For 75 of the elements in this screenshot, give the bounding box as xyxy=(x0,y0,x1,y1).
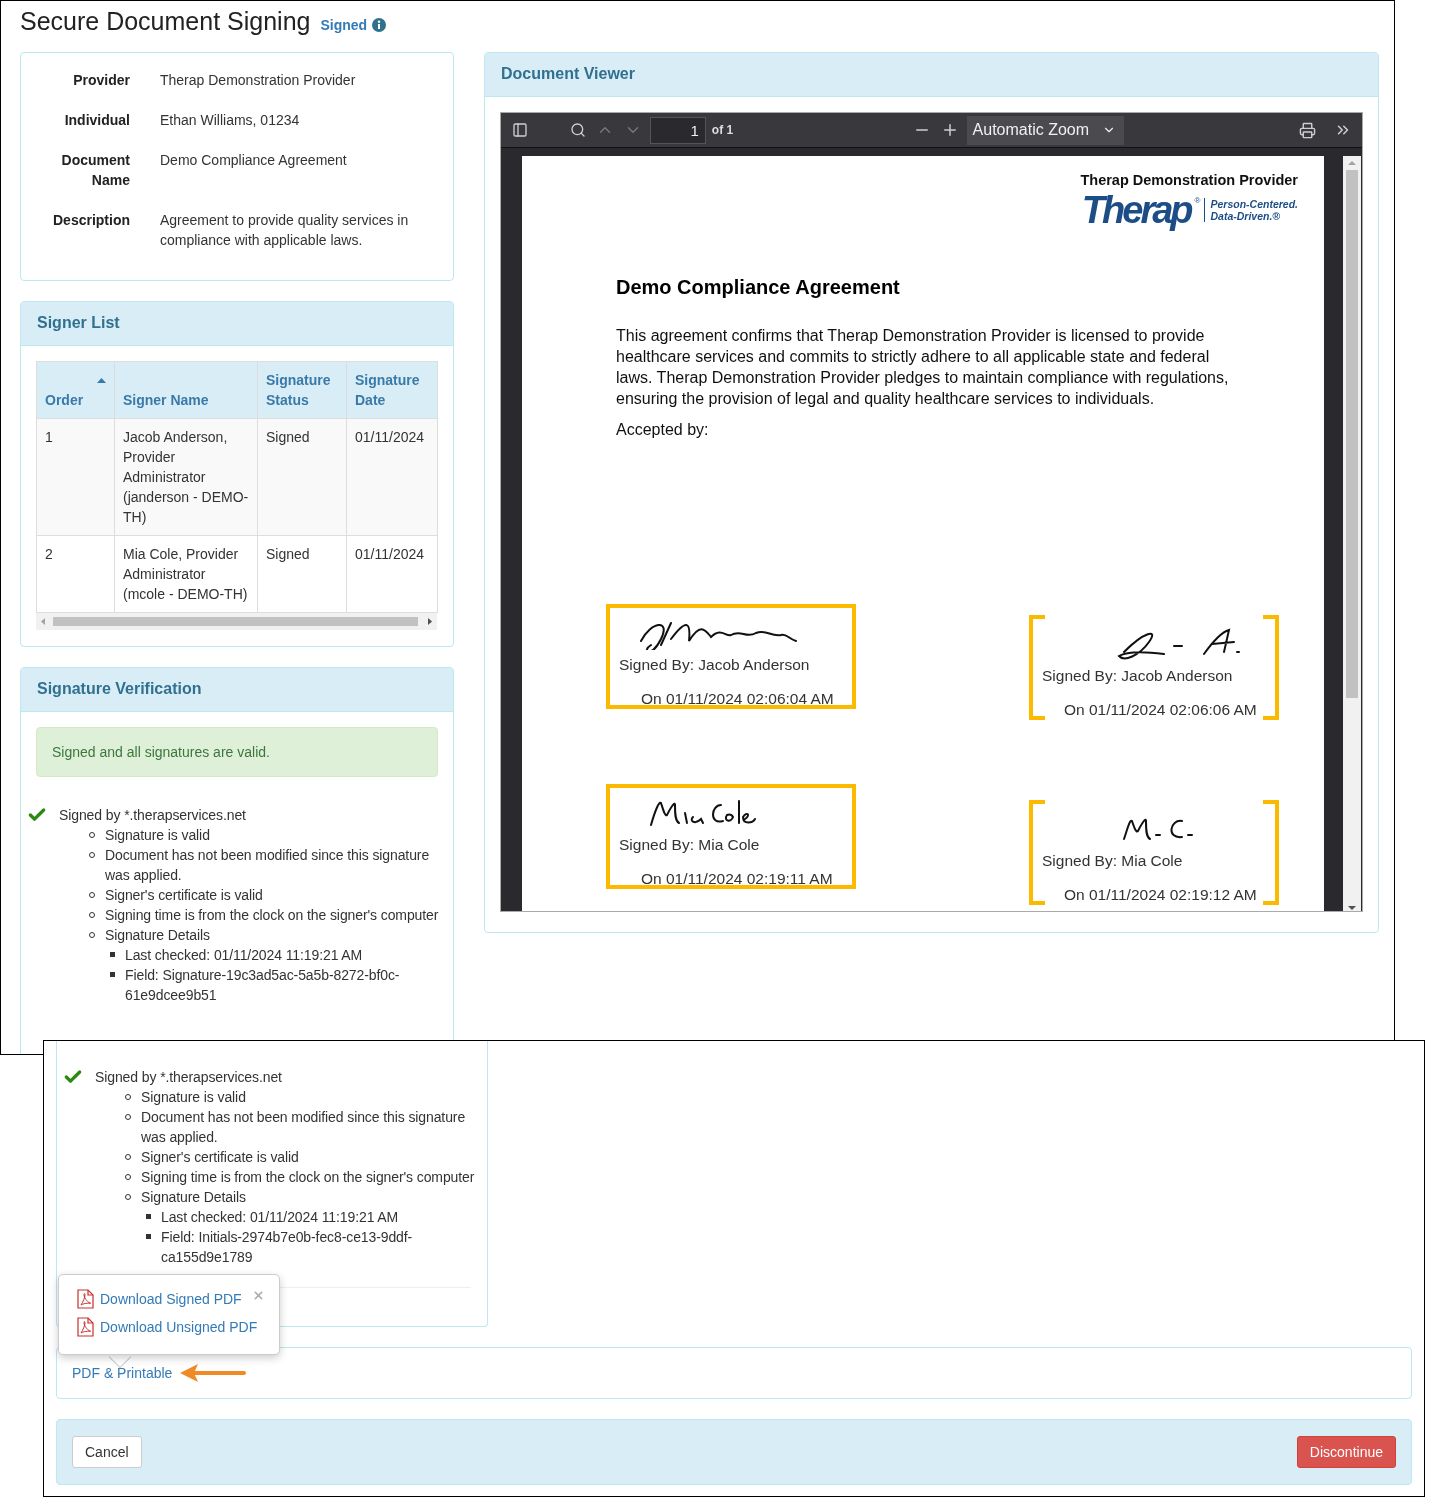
field-value: Demo Compliance Agreement xyxy=(160,151,348,170)
accepted-by-text: Accepted by: xyxy=(616,421,710,439)
signed-by-text: Signed By: Mia Cole xyxy=(1042,852,1184,870)
page-number-field[interactable]: 1 xyxy=(649,116,706,144)
info-icon xyxy=(372,18,387,32)
bullet-icon xyxy=(110,972,115,977)
field-label: Provider xyxy=(72,71,130,90)
list-item-text: Signing time is from the clock on the signer's computer xyxy=(141,1168,475,1187)
signed-by-text: Signed By: Jacob Anderson xyxy=(1042,667,1234,685)
signer-text: Signed by *.therapservices.net xyxy=(95,1068,282,1087)
table-cell: Mia Cole, Provider Administrator (mcole - DEMO-TH) xyxy=(114,535,258,613)
signed-by-text: Signed By: Jacob Anderson xyxy=(619,656,811,674)
provider-name: Therap Demonstration Provider xyxy=(1080,172,1298,188)
field-value: Agreement to provide quality services in compliance with applicable laws. xyxy=(160,211,410,250)
panel-title: Document Viewer xyxy=(485,53,1378,97)
bullet-icon xyxy=(146,1214,151,1219)
list-item-text: Last checked: 01/11/2024 11:19:21 AM xyxy=(125,946,363,965)
page-count-text: of 1 xyxy=(711,123,734,137)
cancel-button[interactable]: Cancel xyxy=(72,1436,142,1468)
table-cell: 1 xyxy=(36,418,115,536)
zoom-select[interactable]: Automatic Zoom xyxy=(966,115,1124,145)
field-label: Description xyxy=(52,211,130,230)
signed-date-text: On 01/11/2024 02:06:06 AM xyxy=(1064,701,1258,719)
field-label: Individual xyxy=(63,111,130,130)
panel-title: Signature Verification xyxy=(21,668,453,712)
table-cell: Jacob Anderson, Provider Administrator (janderson - DEMO-TH) xyxy=(114,418,258,536)
table-cell: Signed xyxy=(257,418,347,536)
list-item-text: Field: Initials-2974b7e0b-fec8-ce13-9ddf-ca155d9e1789 xyxy=(161,1228,414,1267)
list-item-text: Signature Details xyxy=(141,1188,246,1207)
scrollbar-drawing[interactable] xyxy=(36,613,437,630)
pdf-printable-link[interactable]: PDF & Printable xyxy=(72,1365,173,1381)
list-item-text: Signer's certificate is valid xyxy=(141,1148,299,1167)
status-badge[interactable]: Signed xyxy=(320,17,387,33)
logo-tagline: Person-Centered. Data-Driven.® xyxy=(1204,198,1298,222)
column-header[interactable]: Signature Date xyxy=(346,361,438,419)
pdf-file-icon xyxy=(77,1289,94,1309)
signed-date-text: On 01/11/2024 02:06:04 AM xyxy=(641,690,835,708)
logo-text: Therap xyxy=(1081,190,1191,230)
list-item-text: Signature is valid xyxy=(105,826,210,845)
signed-date-text: On 01/11/2024 02:19:11 AM xyxy=(641,870,834,888)
list-item-text: Last checked: 01/11/2024 11:19:21 AM xyxy=(161,1208,399,1227)
field-label: Document Name xyxy=(60,151,130,190)
bullet-icon xyxy=(146,1234,151,1239)
signed-date-text: On 01/11/2024 02:19:12 AM xyxy=(1064,886,1258,904)
page-title: Secure Document Signing xyxy=(20,7,311,36)
pointer-arrow xyxy=(180,1363,247,1383)
list-item-text: Signer's certificate is valid xyxy=(105,886,263,905)
panel-title: Signer List xyxy=(21,302,453,346)
column-header[interactable]: Signer Name xyxy=(114,361,258,419)
list-item-text: Field: Signature-19c3ad5ac-5a5b-8272-bf0c-61e9dcee9b51 xyxy=(125,966,401,1005)
download-link[interactable]: Download Signed PDF xyxy=(77,1289,279,1309)
document-heading: Demo Compliance Agreement xyxy=(616,276,901,299)
success-alert: Signed and all signatures are valid. xyxy=(36,727,438,777)
column-header[interactable]: Order xyxy=(36,361,115,419)
bullet-icon xyxy=(110,952,115,957)
table-cell: Signed xyxy=(257,535,347,613)
signed-by-text: Signed By: Mia Cole xyxy=(619,836,761,854)
list-item-text: Document has not been modified since this signature was applied. xyxy=(105,846,431,885)
logo-mark-text: ® xyxy=(1194,196,1201,205)
table-cell: 2 xyxy=(36,535,115,613)
document-paragraph: This agreement confirms that Therap Demonstration Provider is licensed to provide healthcare services and commits to strictly adhere to all applicable state and federal laws. Therap Demonstration Provider pledges to maintain compliance with regulations, ensuring the provision of legal and quality healthcare services to individuals. xyxy=(616,326,1230,409)
signer-text: Signed by *.therapservices.net xyxy=(59,806,246,825)
list-item-text: Signature is valid xyxy=(141,1088,246,1107)
list-item-text: Document has not been modified since this signature was applied. xyxy=(141,1108,467,1147)
pdf-file-icon xyxy=(77,1317,94,1337)
discontinue-button[interactable]: Discontinue xyxy=(1296,1436,1396,1468)
list-item-text: Signing time is from the clock on the signer's computer xyxy=(105,906,439,925)
list-item-text: Signature Details xyxy=(105,926,210,945)
field-value: Therap Demonstration Provider xyxy=(160,71,357,90)
download-link[interactable]: Download Unsigned PDF xyxy=(77,1317,279,1337)
table-cell: 01/11/2024 xyxy=(346,418,438,536)
column-header[interactable]: Signature Status xyxy=(257,361,347,419)
table-cell: 01/11/2024 xyxy=(346,535,438,613)
field-value: Ethan Williams, 01234 xyxy=(160,111,301,130)
scrollbar-drawing[interactable] xyxy=(1343,156,1361,911)
